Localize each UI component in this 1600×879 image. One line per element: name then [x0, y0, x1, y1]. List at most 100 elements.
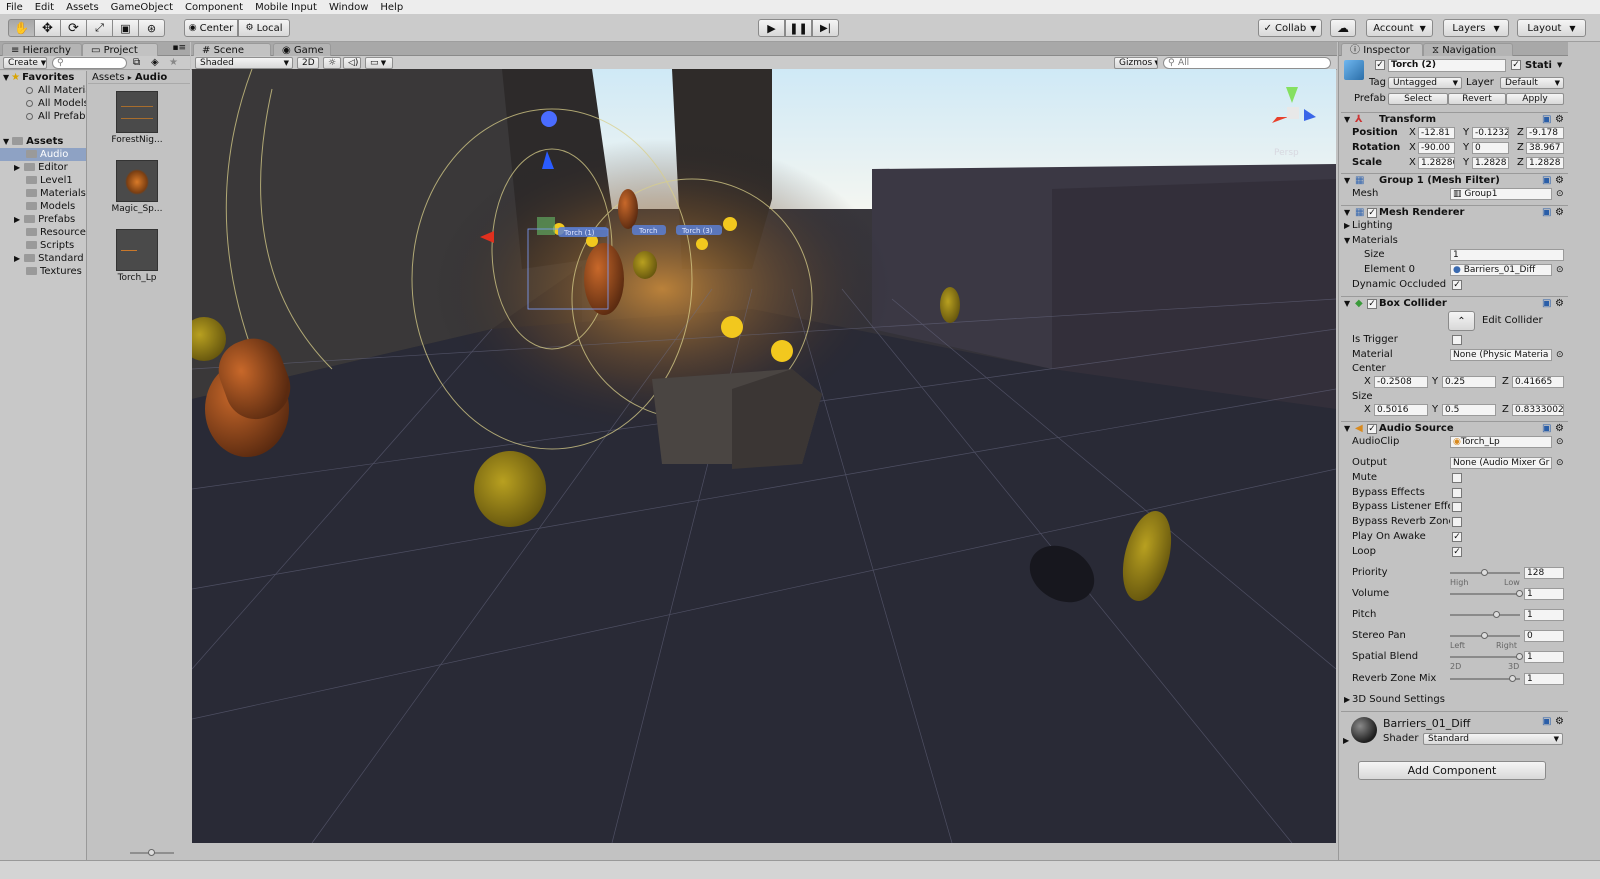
folder-item-models[interactable]: Models — [0, 200, 86, 213]
expand-arrow-icon[interactable]: ▶ — [1343, 736, 1349, 745]
dynamic-occluded-checkbox[interactable]: ✓ — [1452, 280, 1462, 290]
position-z-field[interactable]: -9.178 — [1526, 127, 1564, 139]
materials-size-field[interactable]: 1 — [1450, 249, 1564, 261]
shader-dropdown[interactable]: Standard ▼ — [1423, 733, 1563, 745]
folder-item-materials[interactable]: Materials — [0, 187, 86, 200]
box-collider-enabled-checkbox[interactable]: ✓ — [1367, 299, 1377, 309]
asset-item[interactable]: Torch_Lp — [107, 229, 167, 283]
project-search-input[interactable]: ⚲ — [52, 57, 127, 69]
object-picker-icon[interactable]: ⊙ — [1556, 348, 1564, 362]
gear-icon[interactable]: ⚙ — [1555, 206, 1564, 220]
pitch-field[interactable]: 1 — [1524, 609, 1564, 621]
folder-item-editor[interactable]: ▶ Editor — [0, 161, 86, 174]
collab-dropdown[interactable]: ✓ Collab ▼ — [1258, 19, 1322, 37]
audio-source-enabled-checkbox[interactable]: ✓ — [1367, 424, 1377, 434]
reverb-mix-slider[interactable] — [1450, 675, 1520, 682]
layer-dropdown[interactable]: Default ▼ — [1500, 77, 1564, 89]
gear-icon[interactable]: ⚙ — [1555, 716, 1564, 727]
position-y-field[interactable]: -0.1232 — [1472, 127, 1509, 139]
priority-field[interactable]: 128 — [1524, 567, 1564, 579]
prefab-select-button[interactable]: Select — [1388, 93, 1448, 105]
slider-handle[interactable] — [1481, 569, 1488, 576]
mesh-filter-header[interactable]: ▼ ▦ Group 1 (Mesh Filter) ▣ ⚙ — [1341, 173, 1568, 187]
position-x-field[interactable]: -12.81 — [1418, 127, 1455, 139]
scale-z-field[interactable]: 1.2828 — [1526, 157, 1564, 169]
loop-checkbox[interactable]: ✓ — [1452, 547, 1462, 557]
menu-help[interactable]: Help — [374, 2, 409, 13]
folder-item-level1[interactable]: Level1 — [0, 174, 86, 187]
size-x-field[interactable]: 0.5016 — [1374, 404, 1428, 416]
menu-mobile-input[interactable]: Mobile Input — [249, 2, 323, 13]
rotate-tool-button[interactable]: ⟳ — [60, 19, 87, 37]
play-button[interactable]: ▶ — [758, 19, 785, 37]
favorites-header[interactable]: ▼ ★ Favorites — [0, 71, 86, 84]
size-z-field[interactable]: 0.8333002 — [1512, 404, 1564, 416]
slider-handle[interactable] — [148, 849, 155, 856]
breadcrumb-leaf[interactable]: Audio — [135, 72, 167, 83]
layout-dropdown[interactable]: Layout ▼ — [1517, 19, 1586, 37]
mesh-renderer-enabled-checkbox[interactable]: ✓ — [1367, 208, 1377, 218]
center-x-field[interactable]: -0.2508 — [1374, 376, 1428, 388]
folder-item-textures[interactable]: Textures — [0, 265, 86, 278]
pause-button[interactable]: ❚❚ — [785, 19, 812, 37]
collider-material-field[interactable]: None (Physic Materia — [1450, 349, 1552, 361]
step-button[interactable]: ▶| — [812, 19, 839, 37]
box-collider-header[interactable]: ▼ ◆ ✓ Box Collider ▣ ⚙ — [1341, 296, 1568, 310]
prefab-apply-button[interactable]: Apply — [1506, 93, 1564, 105]
panel-menu-icon[interactable]: ▪≡ — [172, 43, 186, 53]
move-tool-button[interactable]: ✥ — [34, 19, 61, 37]
lighting-toggle[interactable]: ☼ — [323, 57, 341, 69]
bypass-reverb-checkbox[interactable] — [1452, 517, 1462, 527]
scene-search-input[interactable]: ⚲ All — [1163, 57, 1331, 69]
lighting-foldout[interactable]: ▶ Lighting — [1342, 219, 1568, 233]
volume-field[interactable]: 1 — [1524, 588, 1564, 600]
priority-slider[interactable] — [1450, 569, 1520, 576]
menu-assets[interactable]: Assets — [60, 2, 105, 13]
favorite-star-icon[interactable]: ★ — [169, 57, 178, 68]
favorite-item[interactable]: All Models — [0, 97, 86, 110]
tab-inspector[interactable]: ⓘ Inspector — [1341, 43, 1423, 56]
filter-type-icon[interactable]: ⧉ — [133, 57, 140, 68]
spatial-blend-slider[interactable] — [1450, 653, 1523, 660]
pitch-slider[interactable] — [1450, 611, 1520, 618]
stereo-pan-field[interactable]: 0 — [1524, 630, 1564, 642]
gear-icon[interactable]: ⚙ — [1555, 297, 1564, 311]
folder-item-standard-assets[interactable]: ▶ Standard A — [0, 252, 86, 265]
size-y-field[interactable]: 0.5 — [1442, 404, 1496, 416]
thumbnail-size-slider[interactable] — [130, 849, 174, 856]
slider-handle[interactable] — [1481, 632, 1488, 639]
reverb-mix-field[interactable]: 1 — [1524, 673, 1564, 685]
help-icon[interactable]: ▣ — [1542, 716, 1551, 727]
center-y-field[interactable]: 0.25 — [1442, 376, 1496, 388]
effects-dropdown[interactable]: ▭ ▼ — [365, 57, 393, 69]
scale-x-field[interactable]: 1.28286 — [1418, 157, 1455, 169]
account-dropdown[interactable]: Account ▼ — [1366, 19, 1433, 37]
prefab-revert-button[interactable]: Revert — [1448, 93, 1506, 105]
bypass-listener-checkbox[interactable] — [1452, 502, 1462, 512]
scale-tool-button[interactable]: ⤢ — [86, 19, 113, 37]
folder-item-resources[interactable]: Resources — [0, 226, 86, 239]
gizmos-dropdown[interactable]: Gizmos ▼ — [1114, 57, 1158, 69]
menu-component[interactable]: Component — [179, 2, 249, 13]
hand-tool-button[interactable]: ✋ — [8, 19, 35, 37]
center-z-field[interactable]: 0.41665 — [1512, 376, 1564, 388]
volume-slider[interactable] — [1450, 590, 1523, 597]
folder-item-prefabs[interactable]: ▶ Prefabs — [0, 213, 86, 226]
pivot-local-toggle[interactable]: ⚙ Local — [238, 19, 290, 37]
slider-handle[interactable] — [1516, 590, 1523, 597]
audio-clip-field[interactable]: ◉Torch_Lp — [1450, 436, 1552, 448]
2d-toggle[interactable]: 2D — [297, 57, 319, 69]
rotation-x-field[interactable]: -90.00 — [1418, 142, 1455, 154]
rotation-z-field[interactable]: 38.967 — [1526, 142, 1564, 154]
folder-item-audio[interactable]: Audio — [0, 148, 86, 161]
gear-icon[interactable]: ⚙ — [1555, 113, 1564, 127]
filter-label-icon[interactable]: ◈ — [151, 57, 159, 68]
spatial-blend-field[interactable]: 1 — [1524, 651, 1564, 663]
menu-file[interactable]: File — [0, 2, 29, 13]
gear-icon[interactable]: ⚙ — [1555, 422, 1564, 436]
layers-dropdown[interactable]: Layers ▼ — [1443, 19, 1509, 37]
output-field[interactable]: None (Audio Mixer Gr — [1450, 457, 1552, 469]
object-name-field[interactable]: Torch (2) — [1388, 59, 1506, 72]
assets-header[interactable]: ▼ Assets — [0, 135, 86, 148]
cloud-button[interactable]: ☁ — [1330, 19, 1356, 37]
